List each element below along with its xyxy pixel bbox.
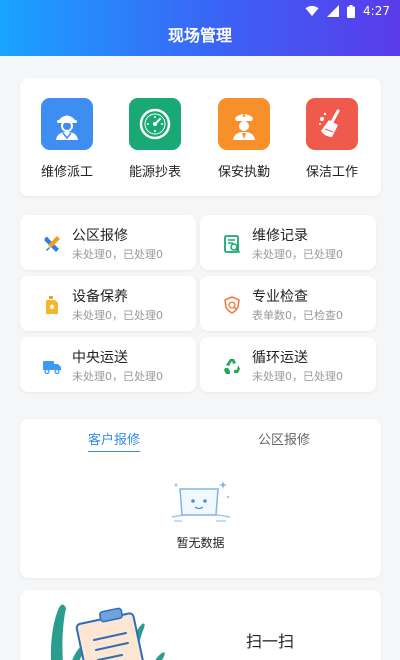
stat-title: 中央运送 xyxy=(72,350,128,366)
repair-worker-icon xyxy=(41,98,93,150)
stat-card-cycle-transport[interactable]: 循环运送 未处理0，已处理0 xyxy=(200,337,376,392)
quick-action-label: 维修派工 xyxy=(40,165,93,180)
quick-action-label: 能源抄表 xyxy=(128,165,181,180)
quick-action-label: 保安执勤 xyxy=(217,165,270,180)
oil-bottle-icon xyxy=(46,296,58,314)
scan-card[interactable]: 扫一扫 xyxy=(20,590,381,660)
status-time: 4:27 xyxy=(363,4,390,18)
stat-subtitle: 未处理0，已处理0 xyxy=(252,248,343,261)
wrench-screwdriver-icon xyxy=(44,236,60,252)
stat-subtitle: 未处理0，已处理0 xyxy=(72,248,163,261)
stat-title: 维修记录 xyxy=(252,228,308,244)
tab-customer-repair[interactable]: 客户报修 xyxy=(88,429,141,452)
scan-label: 扫一扫 xyxy=(246,632,295,651)
broom-icon xyxy=(306,98,358,150)
page-title: 现场管理 xyxy=(167,26,232,45)
wifi-icon xyxy=(305,5,319,16)
record-book-icon xyxy=(224,235,240,253)
empty-box-icon xyxy=(171,481,231,522)
stat-title: 专业检查 xyxy=(252,289,308,305)
stat-subtitle: 未处理0，已处理0 xyxy=(72,309,163,322)
repair-tabs-card: 客户报修 公区报修 暂无数据 xyxy=(20,419,381,578)
battery-icon xyxy=(347,4,356,18)
app-header: 4:27 现场管理 xyxy=(0,0,400,56)
stat-subtitle: 未处理0，已处理0 xyxy=(252,370,343,383)
security-guard-icon xyxy=(218,98,270,150)
quick-action-cleaning[interactable]: 保洁工作 xyxy=(292,98,372,180)
stat-title: 公区报修 xyxy=(72,228,128,244)
stat-card-public-repair[interactable]: 公区报修 未处理0，已处理0 xyxy=(20,215,196,270)
stat-card-equipment-maintenance[interactable]: 设备保养 未处理0，已处理0 xyxy=(20,276,196,331)
meter-icon xyxy=(129,98,181,150)
shield-check-icon xyxy=(224,296,240,314)
quick-actions-card: 维修派工 能源抄表 保安执勤 保洁工作 xyxy=(20,78,381,196)
signal-icon xyxy=(327,5,340,17)
recycle-icon xyxy=(224,359,240,374)
stat-title: 设备保养 xyxy=(72,289,128,305)
stat-subtitle: 未处理0，已处理0 xyxy=(72,370,163,383)
tab-public-repair[interactable]: 公区报修 xyxy=(258,429,310,448)
quick-action-repair-dispatch[interactable]: 维修派工 xyxy=(27,98,107,180)
quick-action-energy-meter[interactable]: 能源抄表 xyxy=(115,98,195,180)
quick-action-security-duty[interactable]: 保安执勤 xyxy=(204,98,284,180)
stat-card-professional-inspection[interactable]: 专业检查 表单数0，已检查0 xyxy=(200,276,376,331)
empty-state-text: 暂无数据 xyxy=(176,536,225,550)
stat-subtitle: 表单数0，已检查0 xyxy=(252,309,343,322)
clipboard-illustration-icon xyxy=(50,604,165,660)
truck-icon xyxy=(43,361,61,375)
status-bar: 4:27 xyxy=(305,3,390,19)
stat-title: 循环运送 xyxy=(252,350,308,366)
stat-card-repair-records[interactable]: 维修记录 未处理0，已处理0 xyxy=(200,215,376,270)
quick-action-label: 保洁工作 xyxy=(305,165,358,180)
stat-card-central-transport[interactable]: 中央运送 未处理0，已处理0 xyxy=(20,337,196,392)
